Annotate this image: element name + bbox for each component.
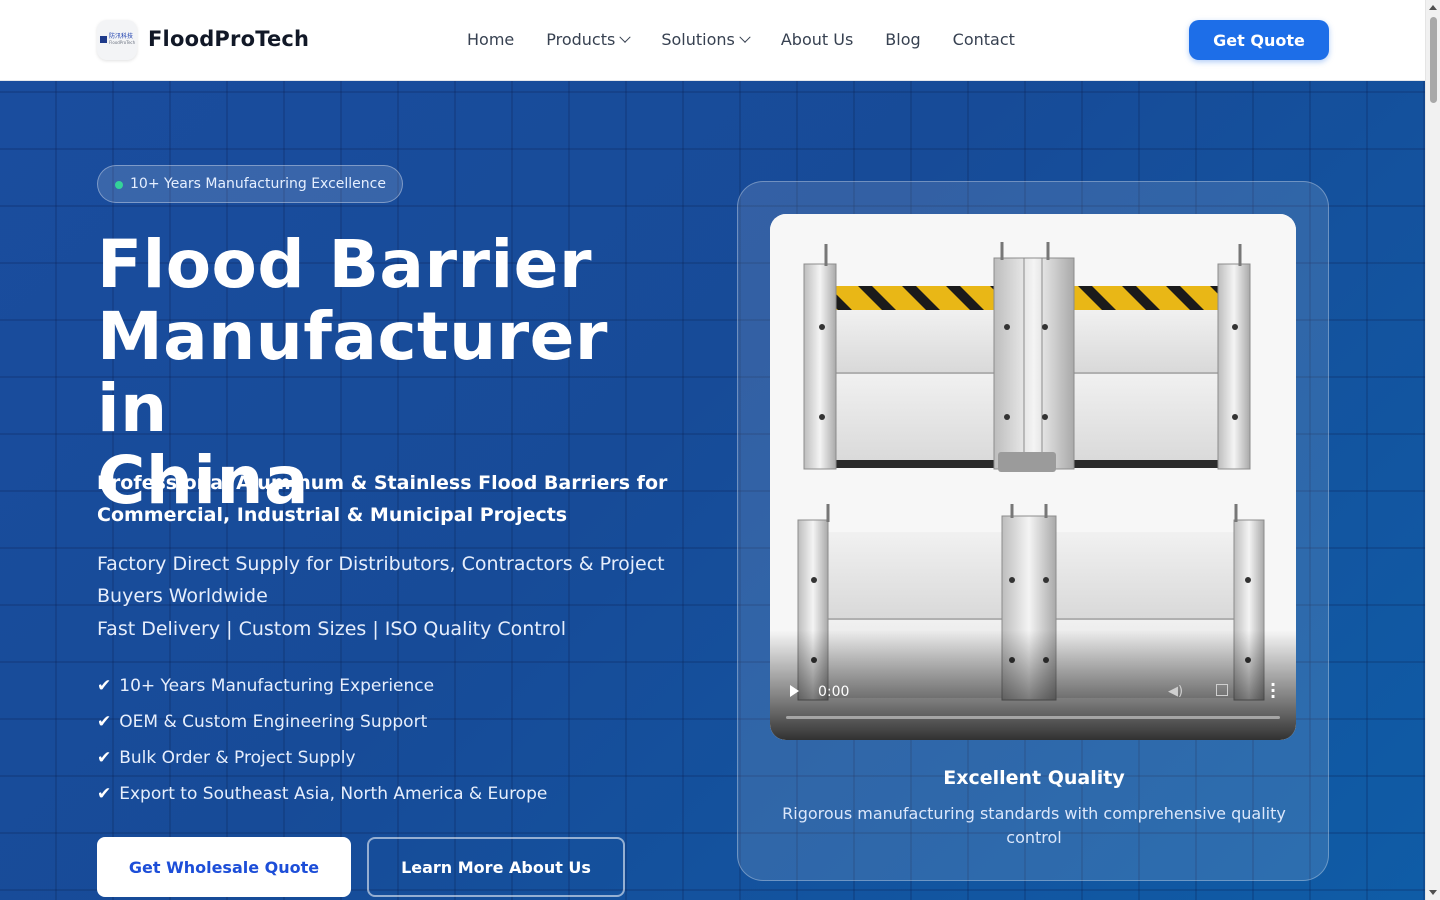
scroll-thumb[interactable]: [1430, 17, 1437, 103]
nav-products-label: Products: [546, 30, 616, 49]
nav-solutions[interactable]: Solutions: [661, 30, 751, 49]
wholesale-quote-button[interactable]: Get Wholesale Quote: [97, 837, 351, 897]
card-description: Rigorous manufacturing standards with co…: [782, 804, 1286, 847]
quality-card: 0:00 ◀) · · · Excellent Quality Rigorous m…: [737, 181, 1329, 881]
more-options-icon[interactable]: · · ·: [1270, 677, 1276, 705]
get-quote-button[interactable]: Get Quote: [1189, 20, 1329, 60]
hero-subheading: Professional Aluminum & Stainless Flood …: [97, 472, 668, 526]
chevron-down-icon: [619, 31, 632, 43]
site-header: 防汛科技 FloodProTech FloodProTech Home Prod…: [0, 0, 1425, 81]
feature-text: OEM & Custom Engineering Support: [119, 712, 428, 732]
nav-about-us-label: About Us: [780, 30, 854, 49]
play-icon[interactable]: [790, 685, 799, 697]
brand-name[interactable]: FloodProTech: [148, 27, 309, 51]
main-nav: Home Products Solutions About Us Blog Co…: [467, 30, 1047, 49]
nav-contact[interactable]: Contact: [953, 30, 1015, 49]
logo-mark: 防汛科技 FloodProTech: [100, 33, 136, 47]
experience-badge: 10+ Years Manufacturing Excellence: [97, 165, 403, 203]
checkmark-icon: ✔: [97, 784, 112, 804]
nav-home-label: Home: [467, 30, 515, 49]
feature-item: ✔ Export to Southeast Asia, North America…: [97, 776, 547, 812]
nav-products[interactable]: Products: [546, 30, 632, 49]
feature-text: Bulk Order & Project Supply: [119, 748, 356, 768]
hero-title-line-2: Manufacturer in: [97, 298, 608, 447]
nav-blog-label: Blog: [885, 30, 921, 49]
learn-more-button[interactable]: Learn More About Us: [367, 837, 625, 897]
logo[interactable]: 防汛科技 FloodProTech: [97, 20, 137, 60]
feature-text: Export to Southeast Asia, North America …: [119, 784, 548, 804]
badge-text: 10+ Years Manufacturing Excellence: [130, 176, 386, 192]
feature-text: 10+ Years Manufacturing Experience: [119, 676, 435, 696]
volume-icon[interactable]: ◀): [1168, 684, 1183, 699]
feature-item: ✔ 10+ Years Manufacturing Experience: [97, 668, 547, 704]
fullscreen-icon[interactable]: [1216, 684, 1228, 696]
nav-blog[interactable]: Blog: [885, 30, 920, 49]
product-video[interactable]: 0:00 ◀) · · ·: [770, 214, 1296, 740]
nav-contact-label: Contact: [952, 30, 1015, 49]
hero-tagline: Fast Delivery | Custom Sizes | ISO Quali…: [97, 618, 567, 640]
hero-title-line-1: Flood Barrier: [97, 226, 592, 303]
video-progress-bar[interactable]: [786, 716, 1280, 719]
hero-description: Factory Direct Supply for Distributors, …: [97, 553, 665, 607]
logo-subtext: FloodProTech: [109, 40, 136, 45]
feature-list: ✔ 10+ Years Manufacturing Experience ✔ OEM…: [97, 668, 547, 812]
card-title: Excellent Quality: [943, 767, 1125, 789]
hero-section: 10+ Years Manufacturing Excellence Flood…: [0, 81, 1425, 900]
chevron-down-icon: [739, 31, 751, 43]
nav-home[interactable]: Home: [467, 30, 514, 49]
checkmark-icon: ✔: [97, 712, 112, 732]
scroll-down-arrow-icon[interactable]: [1429, 890, 1437, 895]
feature-item: ✔ Bulk Order & Project Supply: [97, 740, 547, 776]
nav-about-us[interactable]: About Us: [781, 30, 853, 49]
nav-solutions-label: Solutions: [661, 30, 735, 49]
video-time: 0:00: [818, 684, 850, 700]
feature-item: ✔ OEM & Custom Engineering Support: [97, 704, 547, 740]
checkmark-icon: ✔: [97, 748, 112, 768]
scroll-up-arrow-icon[interactable]: [1429, 5, 1437, 10]
status-dot-icon: [115, 181, 123, 189]
checkmark-icon: ✔: [97, 676, 112, 696]
page-scrollbar[interactable]: [1425, 0, 1440, 900]
